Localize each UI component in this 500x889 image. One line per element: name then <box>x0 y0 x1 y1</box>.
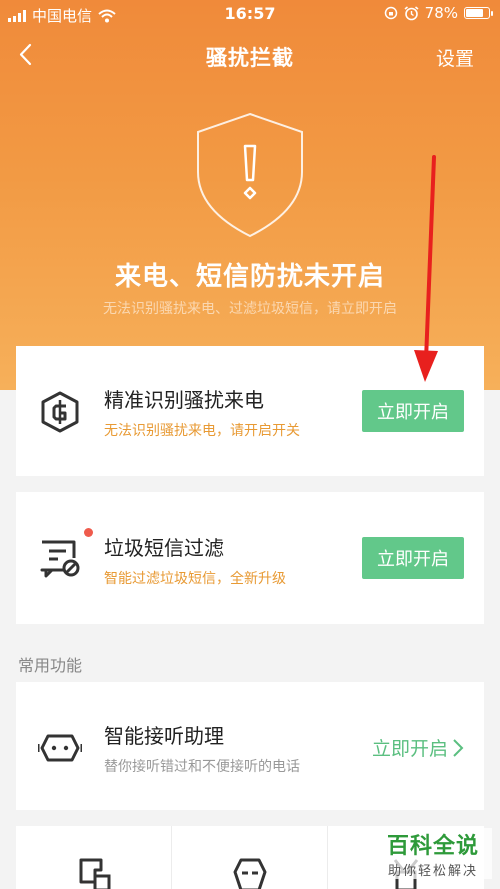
page-title: 骚扰拦截 <box>206 46 294 70</box>
watermark-title: 百科全说 <box>386 834 479 859</box>
card-assistant[interactable]: 智能接听助理 替你接听错过和不便接听的电话 立即开启 <box>16 682 484 810</box>
robot-assistant-icon <box>38 734 82 762</box>
nav-bar: 骚扰拦截 设置 <box>0 32 500 80</box>
alarm-icon <box>404 5 419 20</box>
card-desc: 替你接听错过和不便接听的电话 <box>104 759 300 775</box>
status-right: 78% <box>384 4 493 22</box>
notification-dot <box>84 528 93 537</box>
grid-item-1[interactable] <box>16 826 172 889</box>
block-list-icon <box>79 858 111 889</box>
battery-icon <box>464 7 493 19</box>
chevron-right-icon <box>453 738 464 757</box>
hero-subtitle: 无法识别骚扰来电、过滤垃圾短信，请立即开启 <box>103 301 397 317</box>
card-harass-call: 精准识别骚扰来电 无法识别骚扰来电，请开启开关 立即开启 <box>16 346 484 476</box>
enable-assistant-label: 立即开启 <box>371 738 448 760</box>
enable-assistant-link[interactable]: 立即开启 <box>372 734 464 761</box>
battery-percent: 78% <box>424 4 458 22</box>
watermark: 百科全说 助你轻松解决 <box>374 828 492 879</box>
card-title: 智能接听助理 <box>104 724 224 748</box>
watermark-subtitle: 助你轻松解决 <box>387 864 478 879</box>
enable-harass-call-button[interactable]: 立即开启 <box>362 390 464 432</box>
card-desc: 智能过滤垃圾短信，全新升级 <box>104 571 286 587</box>
rotation-lock-icon <box>384 6 397 20</box>
mask-icon <box>233 858 267 889</box>
card-desc: 无法识别骚扰来电，请开启开关 <box>104 423 300 439</box>
enable-spam-sms-button[interactable]: 立即开启 <box>362 537 464 579</box>
shield-warning-icon <box>197 112 303 238</box>
shield-g-icon <box>41 391 79 433</box>
status-bar: 中国电信 16:57 78% <box>0 0 500 30</box>
message-block-icon <box>40 540 80 578</box>
settings-button[interactable]: 设置 <box>436 44 474 71</box>
card-title: 精准识别骚扰来电 <box>104 388 264 412</box>
card-spam-sms: 垃圾短信过滤 智能过滤垃圾短信，全新升级 立即开启 <box>16 492 484 624</box>
grid-item-2[interactable] <box>172 826 328 889</box>
section-label: 常用功能 <box>18 656 83 675</box>
card-title: 垃圾短信过滤 <box>104 536 224 560</box>
hero-title: 来电、短信防扰未开启 <box>114 262 385 292</box>
